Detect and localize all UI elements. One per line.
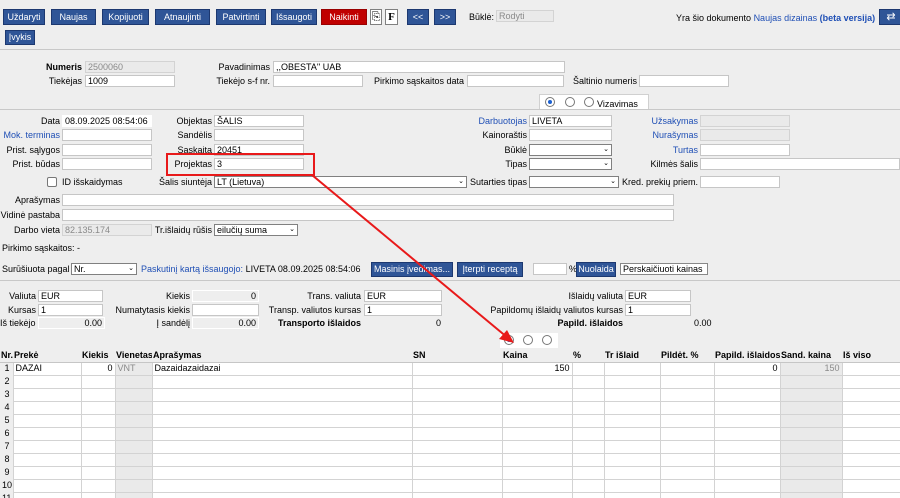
annotation-arrow [311, 174, 514, 343]
annotation-arrow-line [311, 174, 509, 339]
